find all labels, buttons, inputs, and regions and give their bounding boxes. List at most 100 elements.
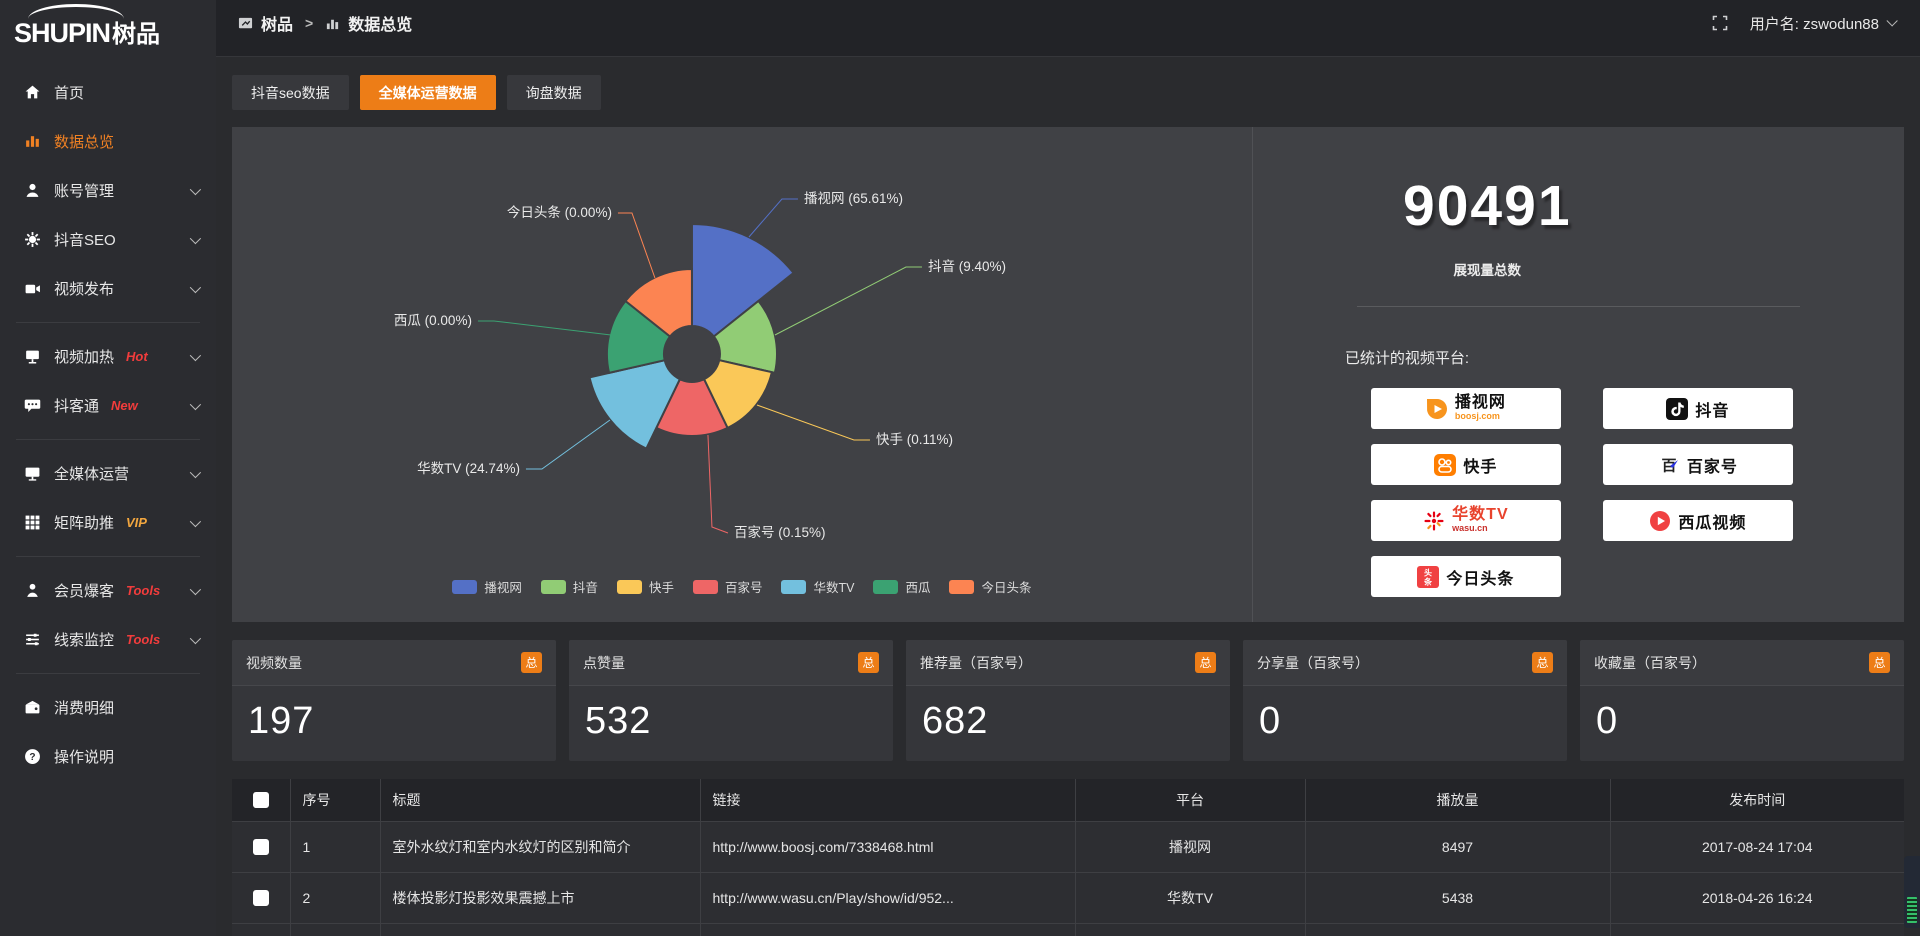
table-row: 2 楼体投影灯投影效果震撼上市 http://www.wasu.cn/Play/… — [232, 872, 1904, 923]
chart-panel: 播视网 (65.61%) 抖音 (9.40%) 快手 (0.11%) 百家号 (… — [232, 127, 1904, 622]
platform-name: 抖音 — [1695, 397, 1729, 421]
sidebar-item-label: 抖音SEO — [54, 229, 116, 250]
row-checkbox[interactable] — [253, 890, 269, 906]
breadcrumb-current[interactable]: 数据总览 — [348, 11, 412, 35]
label-line-2 — [757, 405, 870, 440]
svg-text:?: ? — [29, 752, 35, 763]
sidebar-item-douketong[interactable]: 抖客通 New — [0, 381, 216, 430]
chevron-down-icon — [190, 183, 201, 194]
sliders-icon — [24, 631, 41, 648]
menu-divider — [16, 322, 200, 323]
legend-item[interactable]: 西瓜 — [873, 577, 930, 596]
cell-no: 2 — [290, 872, 380, 923]
platform-badge-wasu: 华数TVwasu.cn — [1371, 500, 1561, 541]
toutiao-logo-icon: 头条 — [1417, 566, 1439, 588]
video-table: 序号 标题 链接 平台 播放量 发布时间 1 室外水纹灯和室内水纹灯的区别和简介… — [232, 779, 1904, 936]
cell-platform: 播视网 — [1075, 821, 1305, 872]
stat-card-value: 682 — [906, 686, 1230, 757]
cell-title[interactable]: 室外水纹灯和室内水纹灯的区别和简介 — [380, 821, 700, 872]
sidebar-item-account[interactable]: 账号管理 — [0, 166, 216, 215]
sidebar-item-video-publish[interactable]: 视频发布 — [0, 264, 216, 313]
legend-item[interactable]: 百家号 — [693, 577, 763, 596]
summary-panel: 90491 展现量总数 已统计的视频平台: 播视网boosj.com — [1252, 127, 1904, 622]
column-header-title: 标题 — [380, 779, 700, 821]
sidebar-item-label: 账号管理 — [54, 180, 114, 201]
svg-text:百: 百 — [1661, 457, 1676, 474]
platform-name: 快手 — [1463, 453, 1497, 477]
stat-card-shares: 分享量（百家号）总 0 — [1243, 640, 1567, 761]
legend-item[interactable]: 华数TV — [781, 577, 854, 596]
sidebar-item-consumption[interactable]: 消费明细 — [0, 683, 216, 732]
platform-name: 西瓜视频 — [1678, 509, 1746, 533]
sidebar: SHUPIN树品 首页 数据总览 账号管理 抖音SEO — [0, 0, 216, 936]
legend-item[interactable]: 抖音 — [541, 577, 598, 596]
sidebar-item-video-heat[interactable]: 视频加热 Hot — [0, 332, 216, 381]
edge-widget[interactable] — [1904, 856, 1920, 928]
breadcrumb-root[interactable]: 树品 — [261, 11, 293, 35]
cell-title[interactable]: 楼体投影灯投影效果震撼上市 — [380, 872, 700, 923]
column-header-link: 链接 — [700, 779, 1075, 821]
pie-label-4: 华数TV (24.74%) — [417, 461, 520, 476]
chevron-down-icon — [1886, 15, 1897, 26]
chat-icon — [24, 397, 41, 414]
username: 用户名: zswodun88 — [1750, 13, 1879, 34]
sidebar-item-data-overview[interactable]: 数据总览 — [0, 117, 216, 166]
monitor-mini-icon — [238, 16, 253, 31]
tab-douyin-seo-data[interactable]: 抖音seo数据 — [232, 75, 349, 110]
total-badge: 总 — [858, 652, 879, 673]
fullscreen-icon[interactable] — [1712, 15, 1728, 31]
chart-legend: 播视网 抖音 快手 百家号 华数TV 西瓜 今日头条 — [232, 577, 1252, 596]
tab-omnimedia-data[interactable]: 全媒体运营数据 — [360, 75, 496, 110]
platform-badge-boshiwang: 播视网boosj.com — [1371, 388, 1561, 429]
legend-item[interactable]: 播视网 — [452, 577, 522, 596]
platform-name: 播视网 — [1455, 395, 1506, 412]
sidebar-item-douyin-seo[interactable]: 抖音SEO — [0, 215, 216, 264]
wasu-logo-icon — [1423, 510, 1445, 532]
content: 抖音seo数据 全媒体运营数据 询盘数据 — [216, 57, 1920, 936]
table-row: 1 室外水纹灯和室内水纹灯的区别和简介 http://www.boosj.com… — [232, 821, 1904, 872]
sidebar-item-matrix-boost[interactable]: 矩阵助推 VIP — [0, 498, 216, 547]
cell-link[interactable]: http://www.boosj.com/7338468.html — [700, 821, 1075, 872]
legend-swatch — [873, 580, 898, 594]
legend-label: 百家号 — [725, 577, 763, 596]
sidebar-item-label: 视频发布 — [54, 278, 114, 299]
platform-name: 百家号 — [1687, 453, 1738, 477]
column-header-platform: 平台 — [1075, 779, 1305, 821]
platforms-grid: 播视网boosj.com 抖音 快手 — [1371, 388, 1904, 597]
legend-label: 抖音 — [573, 577, 598, 596]
grid-icon — [24, 514, 41, 531]
select-all-checkbox[interactable] — [253, 792, 269, 808]
topbar: 树品 > 数据总览 用户名: zswodun88 — [216, 0, 1920, 57]
platform-badge-toutiao: 头条 今日头条 — [1371, 556, 1561, 597]
user-menu[interactable]: 用户名: zswodun88 — [1750, 13, 1894, 34]
pie-label-2: 快手 (0.11%) — [876, 432, 953, 447]
sidebar-item-lead-monitor[interactable]: 线索监控 Tools — [0, 615, 216, 664]
sidebar-item-omnimedia[interactable]: 全媒体运营 — [0, 449, 216, 498]
cell-no: 1 — [290, 821, 380, 872]
pie-slice-4[interactable] — [590, 360, 680, 448]
label-line-3 — [708, 435, 728, 533]
sidebar-item-label: 抖客通 — [54, 395, 99, 416]
sidebar-item-member-burst[interactable]: 会员爆客 Tools — [0, 566, 216, 615]
table-row — [232, 923, 1904, 936]
platform-sub: boosj.com — [1455, 412, 1500, 421]
bar-chart-icon — [24, 133, 41, 150]
legend-item[interactable]: 今日头条 — [949, 577, 1031, 596]
video-camera-icon — [24, 280, 41, 297]
hot-badge: Hot — [126, 349, 148, 364]
column-header-time: 发布时间 — [1610, 779, 1904, 821]
pie-label-0: 播视网 (65.61%) — [804, 191, 903, 206]
tab-bar: 抖音seo数据 全媒体运营数据 询盘数据 — [232, 75, 1904, 110]
stat-cards: 视频数量总 197 点赞量总 532 推荐量（百家号）总 682 分享量（百家号… — [232, 640, 1904, 761]
chevron-down-icon — [190, 632, 201, 643]
tab-inquiry-data[interactable]: 询盘数据 — [507, 75, 601, 110]
vip-badge: VIP — [126, 515, 147, 530]
row-checkbox[interactable] — [253, 839, 269, 855]
stat-card-likes: 点赞量总 532 — [569, 640, 893, 761]
legend-item[interactable]: 快手 — [617, 577, 674, 596]
sidebar-item-help[interactable]: ? 操作说明 — [0, 732, 216, 781]
sidebar-item-home[interactable]: 首页 — [0, 68, 216, 117]
cell-link[interactable]: http://www.wasu.cn/Play/show/id/952... — [700, 872, 1075, 923]
column-header-no: 序号 — [290, 779, 380, 821]
douyin-logo-icon — [1666, 398, 1688, 420]
